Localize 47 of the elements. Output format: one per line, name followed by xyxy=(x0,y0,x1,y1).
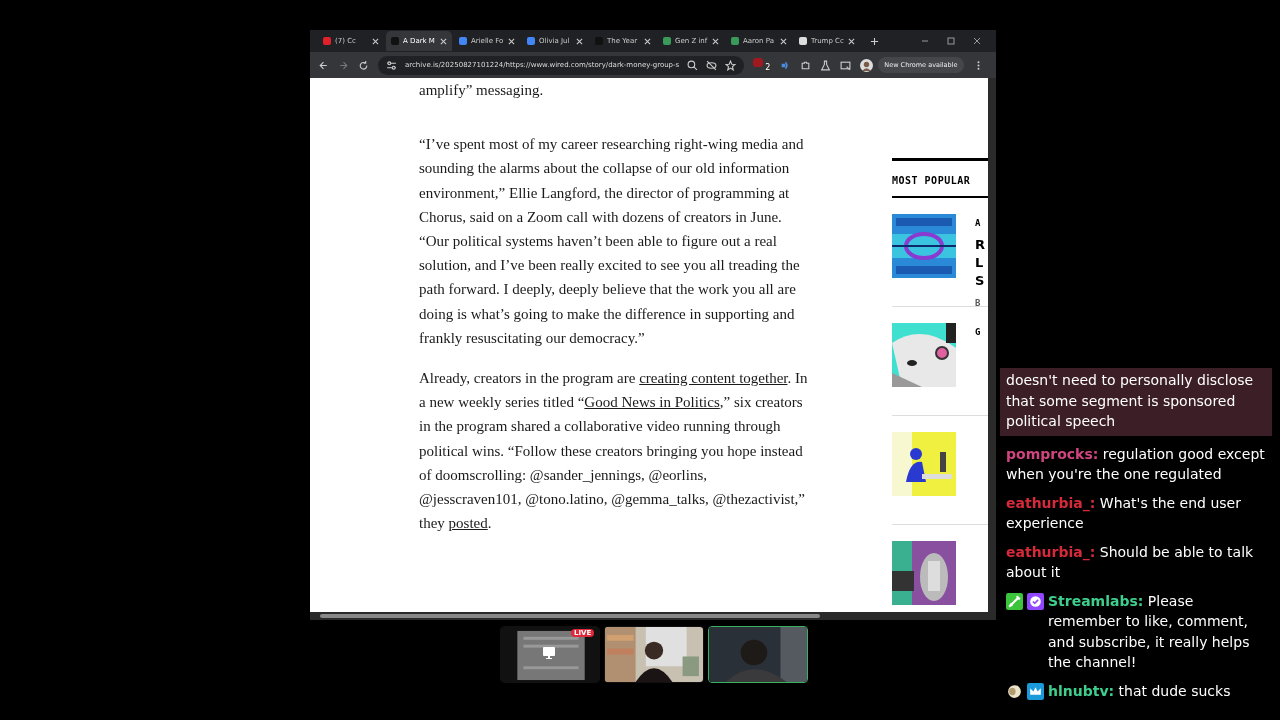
article-category: G xyxy=(975,326,981,339)
chat-message: pomprocks: regulation good except when you're the one regulated xyxy=(1006,444,1266,484)
article-title[interactable]: L xyxy=(975,254,985,272)
close-icon[interactable] xyxy=(848,37,855,45)
forward-icon[interactable] xyxy=(338,59,349,71)
close-icon[interactable] xyxy=(780,37,787,45)
scrollbar[interactable] xyxy=(988,78,996,612)
chat-message: eathurbia_: Should be able to talk about it xyxy=(1006,542,1255,582)
new-tab-icon[interactable] xyxy=(870,36,879,46)
close-icon[interactable] xyxy=(440,37,447,45)
sword-icon xyxy=(1006,592,1023,610)
scrollbar[interactable] xyxy=(310,612,996,620)
article-title[interactable]: S xyxy=(975,272,985,290)
maximize-icon[interactable] xyxy=(946,36,956,46)
article-category: A xyxy=(975,217,982,230)
article-paragraph: amplify” messaging. xyxy=(419,81,545,100)
crown-icon xyxy=(1027,682,1044,700)
star-icon[interactable] xyxy=(725,59,737,71)
article-paragraph: Already, creators in the program are creating content together. In a new weekly series titled “Good News in Politics,” six creators in the program shared a collaborative video running through political wins. “Follow these creators bringing you hope instead of doomscrolling: @sander_jennings, @eorlins, @jesscraven101, @tono.latino, @gemma_talks, @thezactivist,” they posted. xyxy=(419,369,809,534)
back-icon[interactable] xyxy=(318,59,329,71)
sheep-icon xyxy=(1006,682,1023,700)
chat-message: Streamlabs: Please remember to like, comment, and subscribe, it really helps the channel! xyxy=(1048,591,1251,672)
close-icon[interactable] xyxy=(712,37,719,45)
monitor-icon xyxy=(542,646,556,660)
close-icon[interactable] xyxy=(644,37,651,45)
close-icon[interactable] xyxy=(972,36,982,46)
profile-avatar[interactable] xyxy=(860,58,874,72)
article-link[interactable]: posted xyxy=(448,515,488,532)
verified-icon xyxy=(1027,592,1044,610)
flask-icon[interactable] xyxy=(820,59,832,71)
media-icon[interactable] xyxy=(840,59,852,71)
highlighted-message: doesn't need to personally disclose that some segment is sponsored political speech xyxy=(1000,368,1272,436)
puzzle-icon[interactable] xyxy=(800,59,812,71)
article-paragraph: “I’ve spent most of my career researching right-wing media and sounding the alarms about the collapse of our old information environment,” Ellie Langford, the director of programming at Chorus, said on a Zoom call with dozens of creators in June. “Our political systems haven’t been able to figure out a real solution, and I’ve been really excited to see you all treading the path forward. I deeply, deeply believe that the work you all are doing is what’s going to make the difference in supporting and frankly resuscitating our democracy.” xyxy=(419,135,805,348)
eye-slash-icon[interactable] xyxy=(706,59,718,71)
extension-badge: 2 xyxy=(764,63,772,72)
article-link[interactable]: Good News in Politics xyxy=(584,394,720,411)
close-icon[interactable] xyxy=(576,37,583,45)
article-title[interactable]: R xyxy=(975,236,985,254)
site-info-icon[interactable] xyxy=(386,59,397,71)
chat-message: eathurbia_: What's the end user experience xyxy=(1006,493,1242,533)
close-icon[interactable] xyxy=(372,37,379,45)
zoom-icon[interactable] xyxy=(687,59,699,71)
article-byline: B xyxy=(975,297,982,310)
chat-message: hlnubtv: that dude sucks xyxy=(1048,681,1232,701)
close-icon[interactable] xyxy=(508,37,515,45)
reload-icon[interactable] xyxy=(358,59,369,71)
